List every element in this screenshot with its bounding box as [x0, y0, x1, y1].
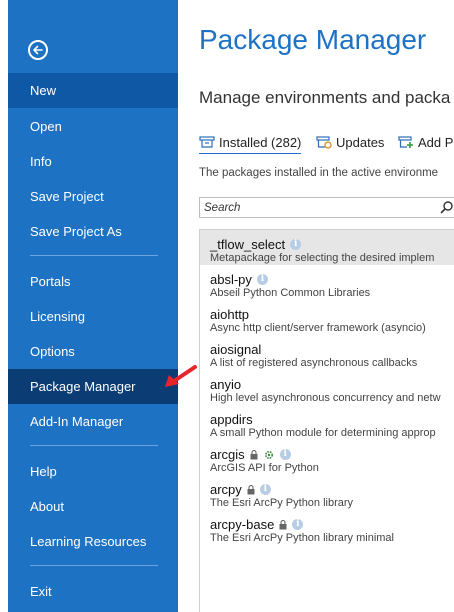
- nav-about[interactable]: About: [8, 489, 178, 524]
- package-row[interactable]: arcpy i The Esri ArcPy Python library: [200, 475, 454, 510]
- package-row[interactable]: anyio High level asynchronous concurrenc…: [200, 370, 454, 405]
- nav-options[interactable]: Options: [8, 334, 178, 369]
- package-row[interactable]: absl-py i Abseil Python Common Libraries: [200, 265, 454, 300]
- package-description: A small Python module for determining ap…: [210, 427, 436, 439]
- nav-help[interactable]: Help: [8, 454, 178, 489]
- nav-item-label: Licensing: [30, 309, 85, 324]
- lock-icon: [250, 449, 258, 459]
- package-row[interactable]: arcpy-base i The Esri ArcPy Python libra…: [200, 510, 454, 545]
- package-description: The Esri ArcPy Python library minimal: [210, 532, 394, 544]
- nav-item-label: Save Project As: [30, 224, 122, 239]
- backstage-nav: New Open Info Save Project Save Project …: [0, 0, 178, 612]
- info-icon[interactable]: i: [290, 239, 302, 250]
- nav-item-label: Save Project: [30, 189, 104, 204]
- package-name: arcgis: [210, 447, 245, 462]
- nav-exit[interactable]: Exit: [8, 574, 178, 609]
- tab-updates[interactable]: Updates: [316, 130, 384, 154]
- nav-item-label: Open: [30, 119, 62, 134]
- package-tabs: Installed (282) Updates Add P: [199, 130, 454, 154]
- info-icon[interactable]: i: [256, 274, 268, 285]
- arrow-left-icon: [33, 45, 43, 55]
- info-icon[interactable]: i: [259, 484, 271, 495]
- nav-item-label: Help: [30, 464, 57, 479]
- nav-item-label: New: [30, 83, 57, 98]
- package-name: _tflow_select: [210, 237, 286, 252]
- annotation-arrow-icon: [165, 365, 197, 387]
- tab-label: Add P: [418, 134, 454, 150]
- nav-licensing[interactable]: Licensing: [8, 299, 178, 334]
- package-description: Abseil Python Common Libraries: [210, 287, 371, 299]
- package-row[interactable]: appdirs A small Python module for determ…: [200, 405, 454, 440]
- package-description: High level asynchronous concurrency and …: [210, 392, 441, 404]
- package-name: arcpy-base: [210, 517, 275, 532]
- nav-open[interactable]: Open: [8, 109, 178, 144]
- page-subtitle: Manage environments and packa: [199, 88, 451, 107]
- nav-item-label: Options: [30, 344, 75, 359]
- nav-item-label: Info: [30, 154, 52, 169]
- package-name: absl-py: [210, 272, 252, 287]
- package-description: A list of registered asynchronous callba…: [210, 357, 418, 369]
- info-icon[interactable]: i: [279, 449, 291, 460]
- search-icon[interactable]: [440, 200, 454, 214]
- installed-icon: [199, 136, 215, 148]
- tab-installed[interactable]: Installed (282): [199, 130, 302, 154]
- lock-icon: [247, 484, 255, 494]
- tab-label: Installed (282): [219, 134, 302, 150]
- package-name: aiosignal: [210, 342, 262, 357]
- nav-info[interactable]: Info: [8, 144, 178, 179]
- package-name: anyio: [210, 377, 242, 392]
- package-description: Async http client/server framework (asyn…: [210, 322, 426, 334]
- updates-icon: [316, 136, 332, 149]
- nav-learning-resources[interactable]: Learning Resources: [8, 524, 178, 559]
- nav-save-project-as[interactable]: Save Project As: [8, 214, 178, 249]
- package-description: Metapackage for selecting the desired im…: [210, 252, 435, 264]
- nav-save-project[interactable]: Save Project: [8, 179, 178, 214]
- search-box: [199, 197, 454, 218]
- package-list: _tflow_select i Metapackage for selectin…: [199, 229, 454, 612]
- nav-divider: [30, 255, 158, 256]
- back-button[interactable]: [28, 40, 48, 60]
- nav-new[interactable]: New: [8, 73, 178, 108]
- package-name: aiohttp: [210, 307, 250, 322]
- package-name: arcpy: [210, 482, 242, 497]
- lock-icon: [279, 519, 287, 529]
- package-row[interactable]: _tflow_select i Metapackage for selectin…: [200, 230, 454, 265]
- tab-add-packages[interactable]: Add P: [398, 130, 453, 154]
- package-description: The Esri ArcPy Python library: [210, 497, 354, 509]
- gear-icon: [264, 450, 273, 459]
- nav-item-label: Package Manager: [30, 379, 136, 394]
- nav-item-label: Learning Resources: [30, 534, 147, 549]
- installed-description: The packages installed in the active env…: [199, 167, 439, 179]
- nav-divider: [30, 565, 158, 566]
- add-packages-icon: [398, 136, 413, 148]
- nav-divider: [30, 445, 158, 446]
- package-row[interactable]: aiohttp Async http client/server framewo…: [200, 300, 454, 335]
- nav-portals[interactable]: Portals: [8, 264, 178, 299]
- tab-label: Updates: [336, 134, 385, 150]
- window-edge: [0, 0, 8, 612]
- nav-package-manager[interactable]: Package Manager: [8, 369, 178, 404]
- info-icon[interactable]: i: [292, 519, 304, 530]
- nav-add-in-manager[interactable]: Add-In Manager: [8, 404, 178, 439]
- nav-item-label: Portals: [30, 274, 71, 289]
- package-row[interactable]: aiosignal A list of registered asynchron…: [200, 335, 454, 370]
- nav-item-label: Exit: [30, 584, 52, 599]
- search-input[interactable]: [200, 198, 434, 218]
- nav-item-label: Add-In Manager: [30, 414, 124, 429]
- page-title: Package Manager: [199, 24, 427, 55]
- package-description: ArcGIS API for Python: [210, 462, 319, 474]
- package-row[interactable]: arcgis i ArcGIS API for Python: [200, 440, 454, 475]
- package-name: appdirs: [210, 412, 253, 427]
- nav-item-label: About: [30, 499, 64, 514]
